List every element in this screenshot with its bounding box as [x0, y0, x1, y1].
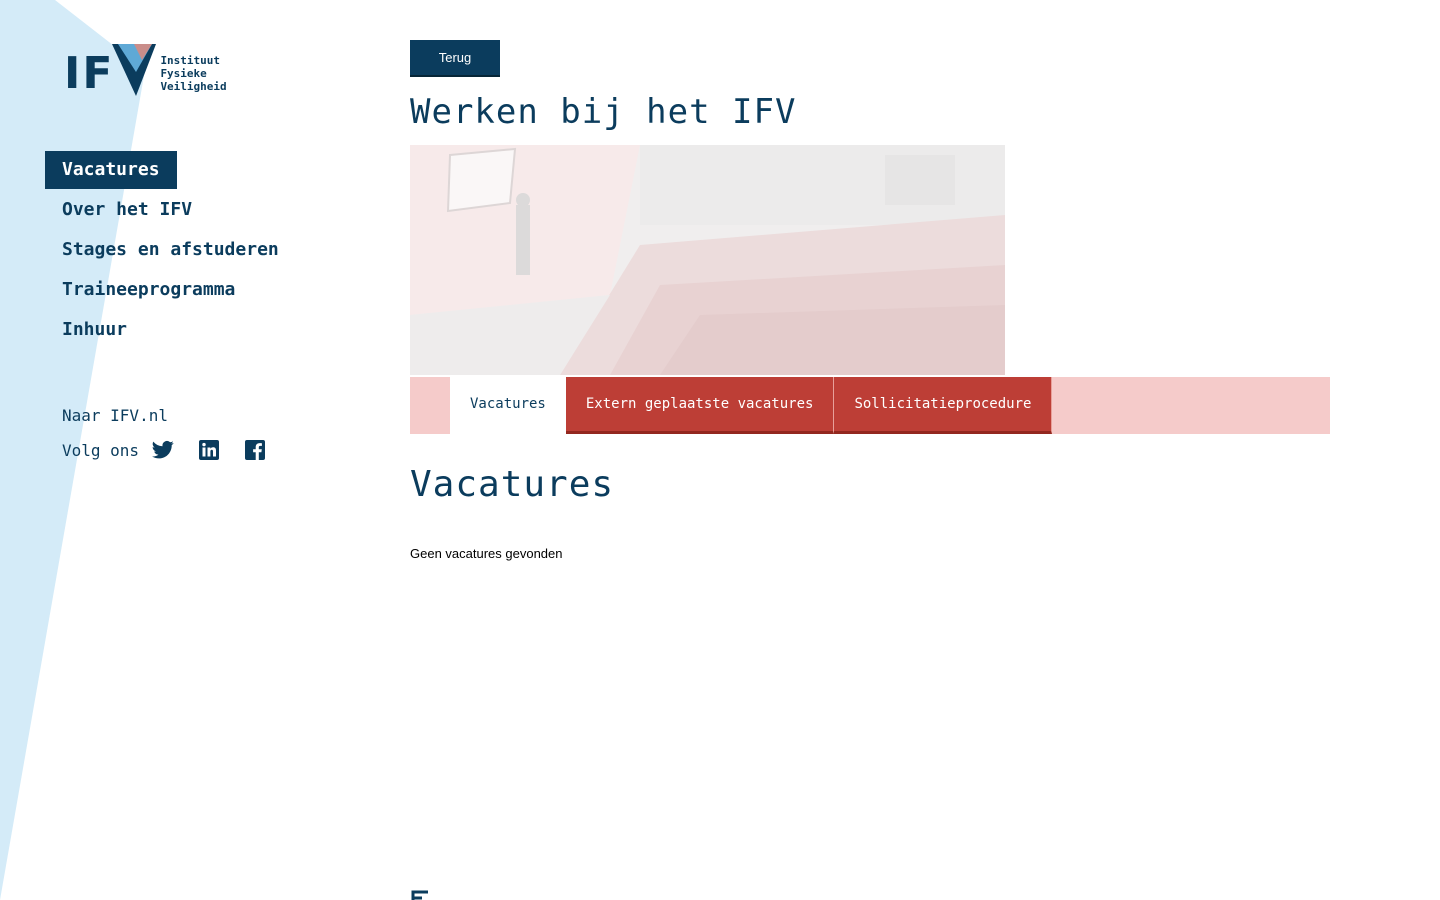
nav-item-over-het-ifv[interactable]: Over het IFV — [45, 191, 209, 229]
logo-v-shape — [112, 44, 157, 96]
linkedin-icon[interactable] — [198, 439, 220, 461]
back-button[interactable]: Terug — [410, 40, 500, 77]
ifv-site-link[interactable]: Naar IFV.nl — [62, 404, 290, 428]
empty-message: Geen vacatures gevonden — [410, 546, 563, 561]
footer-heading-fragment — [410, 886, 434, 900]
tabs: Vacatures Extern geplaatste vacatures So… — [450, 377, 1053, 434]
logo-tagline-line: Fysieke — [160, 66, 207, 80]
section-title: Vacatures — [410, 464, 615, 505]
logo-letters: IF — [64, 48, 115, 99]
nav-item-stages[interactable]: Stages en afstuderen — [45, 231, 296, 269]
page: IF Instituut Fysieke Veiligheid Vacature… — [0, 0, 1440, 900]
follow-label: Volg ons — [62, 440, 140, 460]
tab-extern-geplaatste-vacatures[interactable]: Extern geplaatste vacatures — [565, 377, 835, 434]
tab-bar: Vacatures Extern geplaatste vacatures So… — [410, 377, 1330, 434]
logo-mark: IF — [64, 42, 157, 99]
ifv-logo[interactable]: IF Instituut Fysieke Veiligheid — [64, 40, 244, 98]
nav-item-vacatures[interactable]: Vacatures — [45, 151, 177, 189]
facebook-icon[interactable] — [244, 439, 266, 461]
logo-tagline-line: Veiligheid — [160, 79, 227, 93]
tab-vacatures[interactable]: Vacatures — [450, 377, 566, 434]
sidebar-links: Naar IFV.nl Volg ons — [62, 404, 290, 462]
twitter-icon[interactable] — [152, 439, 174, 461]
logo-tagline-line: Instituut — [160, 53, 221, 67]
social-follow: Volg ons — [62, 438, 290, 462]
main-content: Terug Werken bij het IFV Vacatures Exter… — [410, 0, 1330, 900]
logo-tagline: Instituut Fysieke Veiligheid — [160, 54, 226, 93]
sidebar-nav: Vacatures Over het IFV Stages en afstude… — [45, 151, 345, 351]
tab-sollicitatieprocedure[interactable]: Sollicitatieprocedure — [834, 377, 1053, 434]
page-title: Werken bij het IFV — [410, 92, 797, 132]
sidebar: IF Instituut Fysieke Veiligheid Vacature… — [0, 0, 360, 900]
hero-image-auditorium — [410, 145, 1005, 375]
nav-item-inhuur[interactable]: Inhuur — [45, 311, 144, 349]
hero-image — [410, 145, 1005, 375]
nav-item-traineeprogramma[interactable]: Traineeprogramma — [45, 271, 252, 309]
